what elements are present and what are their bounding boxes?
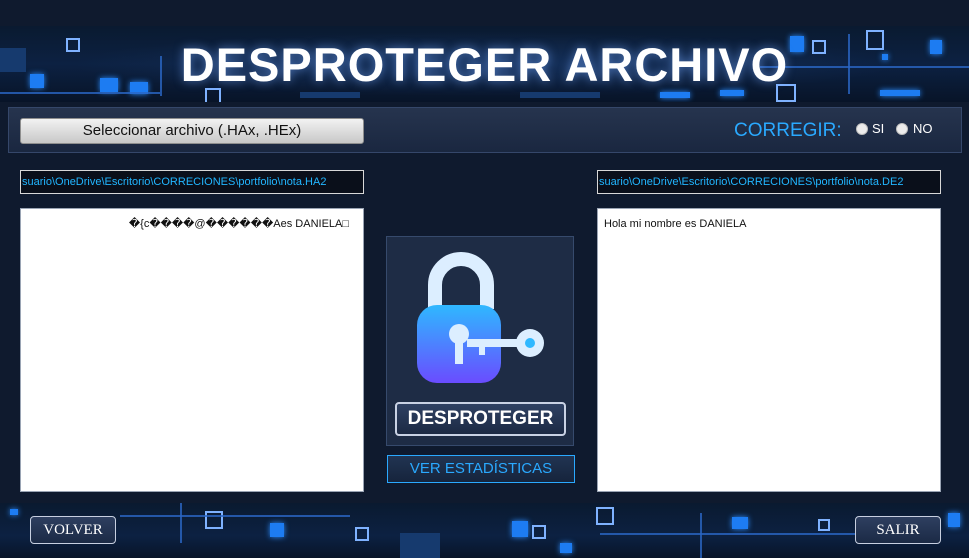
lock-key-icon xyxy=(417,252,544,383)
volver-button[interactable]: VOLVER xyxy=(30,516,116,544)
select-file-button[interactable]: Seleccionar archivo (.HAx, .HEx) xyxy=(20,118,364,144)
radio-no-label: NO xyxy=(913,121,933,136)
source-content-area[interactable]: �{c����@������Aes DANIELA□ xyxy=(20,208,364,492)
radio-si[interactable] xyxy=(856,123,868,135)
source-path-field[interactable]: suario\OneDrive\Escritorio\CORRECIONES\p… xyxy=(20,170,364,194)
page-title: DESPROTEGER ARCHIVO xyxy=(180,38,789,91)
desproteger-button[interactable]: DESPROTEGER xyxy=(395,402,566,436)
radio-no[interactable] xyxy=(896,123,908,135)
radio-si-label: SI xyxy=(872,121,885,136)
footer-banner xyxy=(0,503,969,558)
header-banner: DESPROTEGER ARCHIVO xyxy=(0,26,969,102)
corregir-label: CORREGIR: xyxy=(734,120,842,141)
output-content-area[interactable]: Hola mi nombre es DANIELA xyxy=(597,208,941,492)
source-content-text: �{c����@������Aes DANIELA□ xyxy=(128,218,349,230)
output-path-field[interactable]: suario\OneDrive\Escritorio\CORRECIONES\p… xyxy=(597,170,941,194)
ver-estadisticas-button[interactable]: VER ESTADÍSTICAS xyxy=(387,455,575,483)
output-content-text: Hola mi nombre es DANIELA xyxy=(604,218,747,230)
salir-button[interactable]: SALIR xyxy=(855,516,941,544)
